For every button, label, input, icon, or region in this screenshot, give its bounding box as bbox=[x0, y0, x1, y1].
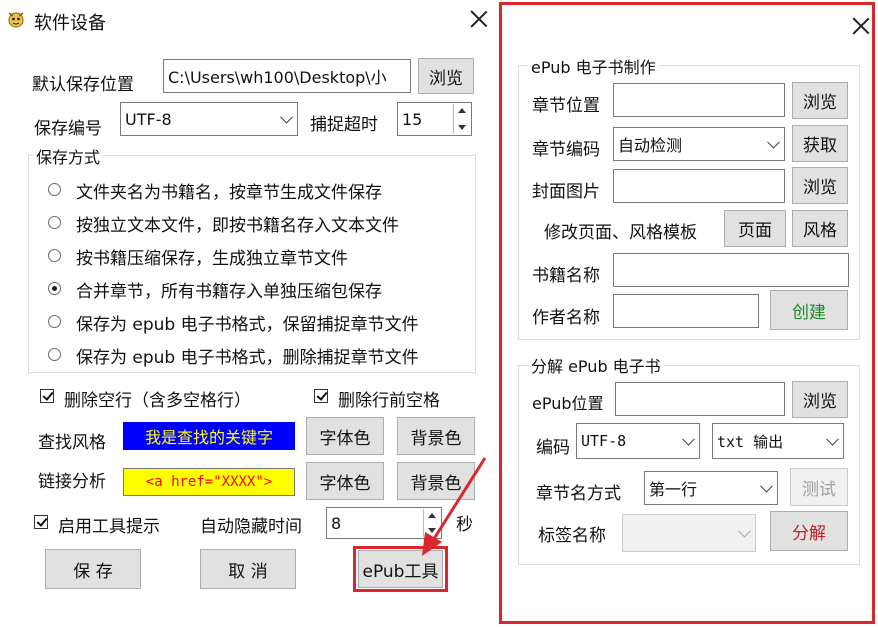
save-mode-title: 保存方式 bbox=[33, 144, 104, 168]
save-button[interactable]: 保 存 bbox=[45, 549, 141, 589]
checkbox-checked[interactable] bbox=[34, 515, 48, 529]
output-format-value: txt 输出 bbox=[717, 432, 784, 451]
create-button[interactable]: 创建 bbox=[770, 290, 848, 330]
output-format-select[interactable]: txt 输出 bbox=[712, 423, 844, 459]
chapter-encoding-select[interactable]: 自动检测 bbox=[613, 127, 785, 161]
save-mode-option-5[interactable]: 保存为 epub 电子书格式，保留捕捉章节文件 bbox=[48, 310, 468, 335]
save-mode-option-1[interactable]: 文件夹名为书籍名，按章节生成文件保存 bbox=[48, 178, 468, 203]
chevron-down-icon bbox=[738, 524, 751, 538]
delete-empty-lines-label: 删除空行（含多空格行） bbox=[64, 391, 251, 411]
epub-split-title: 分解 ePub 电子书 bbox=[528, 353, 664, 377]
encoding-select[interactable]: UTF-8 bbox=[120, 102, 298, 136]
chevron-down-icon bbox=[760, 479, 773, 493]
chapter-encoding-fetch-button[interactable]: 获取 bbox=[792, 125, 848, 162]
save-mode-option-4[interactable]: 合并章节，所有书籍存入单独压缩包保存 bbox=[48, 277, 468, 302]
radio-button[interactable] bbox=[48, 348, 61, 361]
tooltip-label: 启用工具提示 bbox=[58, 517, 160, 537]
chevron-down-icon bbox=[767, 135, 780, 149]
settings-dialog: 软件设备 默认保存位置 C:\Users\wh100\Desktop\小 浏览 … bbox=[0, 0, 496, 627]
split-encoding-select[interactable]: UTF-8 bbox=[576, 423, 700, 459]
tag-name-label: 标签名称 bbox=[538, 526, 606, 546]
cancel-button[interactable]: 取 消 bbox=[200, 549, 296, 589]
author-label: 作者名称 bbox=[532, 308, 600, 328]
delete-leading-spaces-label: 删除行前空格 bbox=[338, 391, 440, 411]
epub-location-label: ePub位置 bbox=[532, 394, 604, 413]
link-font-color-button[interactable]: 字体色 bbox=[306, 462, 384, 500]
spin-arrows-icon[interactable] bbox=[453, 104, 469, 134]
save-mode-option-2[interactable]: 按独立文本文件，即按书籍名存入文本文件 bbox=[48, 211, 468, 236]
timeout-label: 捕捉超时 bbox=[310, 115, 378, 135]
style-template-button[interactable]: 风格 bbox=[792, 210, 848, 247]
chapter-encoding-value: 自动检测 bbox=[618, 136, 683, 155]
split-encoding-label: 编码 bbox=[536, 438, 570, 458]
cover-field[interactable] bbox=[613, 169, 785, 203]
split-encoding-value: UTF-8 bbox=[581, 432, 627, 450]
radio-button-selected[interactable] bbox=[48, 282, 61, 295]
annotation-arrow-icon bbox=[422, 457, 487, 556]
template-label: 修改页面、风格模板 bbox=[544, 223, 697, 243]
epub-location-browse-button[interactable]: 浏览 bbox=[792, 381, 848, 418]
auto-hide-value: 8 bbox=[331, 513, 342, 533]
tag-name-select[interactable] bbox=[622, 514, 756, 552]
close-icon[interactable] bbox=[852, 17, 870, 35]
chapter-mode-value: 第一行 bbox=[649, 480, 698, 499]
cover-label: 封面图片 bbox=[532, 182, 600, 202]
chapter-mode-select[interactable]: 第一行 bbox=[644, 471, 778, 505]
radio-button[interactable] bbox=[48, 249, 61, 262]
chapter-mode-label: 章节名方式 bbox=[536, 484, 621, 504]
save-location-label: 默认保存位置 bbox=[32, 75, 134, 95]
book-name-label: 书籍名称 bbox=[532, 266, 600, 286]
auto-hide-label: 自动隐藏时间 bbox=[200, 517, 302, 537]
app-icon bbox=[6, 9, 26, 29]
radio-button[interactable] bbox=[48, 183, 61, 196]
chevron-down-icon bbox=[280, 110, 293, 124]
cover-browse-button[interactable]: 浏览 bbox=[792, 167, 848, 204]
save-mode-option-6[interactable]: 保存为 epub 电子书格式，删除捕捉章节文件 bbox=[48, 343, 468, 368]
link-analysis-sample: <a href="XXXX"> bbox=[123, 468, 295, 496]
epub-location-field[interactable] bbox=[615, 382, 785, 416]
tooltip-checkbox[interactable]: 启用工具提示 bbox=[34, 512, 184, 537]
author-field[interactable] bbox=[613, 294, 759, 328]
save-location-browse-button[interactable]: 浏览 bbox=[418, 58, 474, 94]
chapter-encoding-label: 章节编码 bbox=[532, 140, 600, 160]
timeout-value: 15 bbox=[402, 109, 423, 129]
delete-empty-lines-checkbox[interactable]: 删除空行（含多空格行） bbox=[40, 386, 280, 411]
save-mode-option-label: 按独立文本文件，即按书籍名存入文本文件 bbox=[76, 216, 399, 236]
checkbox-checked[interactable] bbox=[314, 389, 328, 403]
radio-button[interactable] bbox=[48, 315, 61, 328]
page-template-button[interactable]: 页面 bbox=[724, 210, 786, 247]
find-font-color-button[interactable]: 字体色 bbox=[306, 417, 384, 455]
close-icon[interactable] bbox=[470, 10, 488, 28]
split-button[interactable]: 分解 bbox=[770, 511, 848, 551]
save-mode-option-3[interactable]: 按书籍压缩保存，生成独立章节文件 bbox=[48, 244, 468, 269]
epub-make-title: ePub 电子书制作 bbox=[528, 54, 659, 78]
epub-tool-panel: ePub 电子书制作 章节位置 浏览 章节编码 自动检测 获取 封面图片 浏览 … bbox=[499, 2, 875, 624]
save-mode-option-label: 合并章节，所有书籍存入单独压缩包保存 bbox=[76, 282, 382, 302]
test-button[interactable]: 测试 bbox=[790, 468, 848, 506]
chevron-down-icon bbox=[826, 432, 839, 446]
find-style-sample: 我是查找的关键字 bbox=[123, 422, 295, 450]
radio-button[interactable] bbox=[48, 216, 61, 229]
chapter-location-label: 章节位置 bbox=[532, 96, 600, 116]
checkbox-checked[interactable] bbox=[40, 389, 54, 403]
chapter-location-field[interactable] bbox=[613, 83, 785, 117]
save-mode-option-label: 文件夹名为书籍名，按章节生成文件保存 bbox=[76, 183, 382, 203]
chapter-location-browse-button[interactable]: 浏览 bbox=[792, 82, 848, 119]
encoding-select-value: UTF-8 bbox=[125, 109, 172, 129]
link-analysis-label: 链接分析 bbox=[38, 472, 106, 492]
chevron-down-icon bbox=[682, 432, 695, 446]
save-mode-option-label: 按书籍压缩保存，生成独立章节文件 bbox=[76, 249, 348, 269]
window-title: 软件设备 bbox=[34, 13, 106, 34]
delete-leading-spaces-checkbox[interactable]: 删除行前空格 bbox=[314, 386, 474, 411]
timeout-stepper[interactable]: 15 bbox=[397, 102, 472, 136]
save-mode-option-label: 保存为 epub 电子书格式，删除捕捉章节文件 bbox=[76, 348, 419, 368]
book-name-field[interactable] bbox=[613, 253, 849, 287]
save-location-field[interactable]: C:\Users\wh100\Desktop\小 bbox=[163, 59, 411, 93]
find-style-label: 查找风格 bbox=[38, 433, 106, 453]
encoding-label: 保存编号 bbox=[34, 119, 102, 139]
save-mode-option-label: 保存为 epub 电子书格式，保留捕捉章节文件 bbox=[76, 315, 419, 335]
